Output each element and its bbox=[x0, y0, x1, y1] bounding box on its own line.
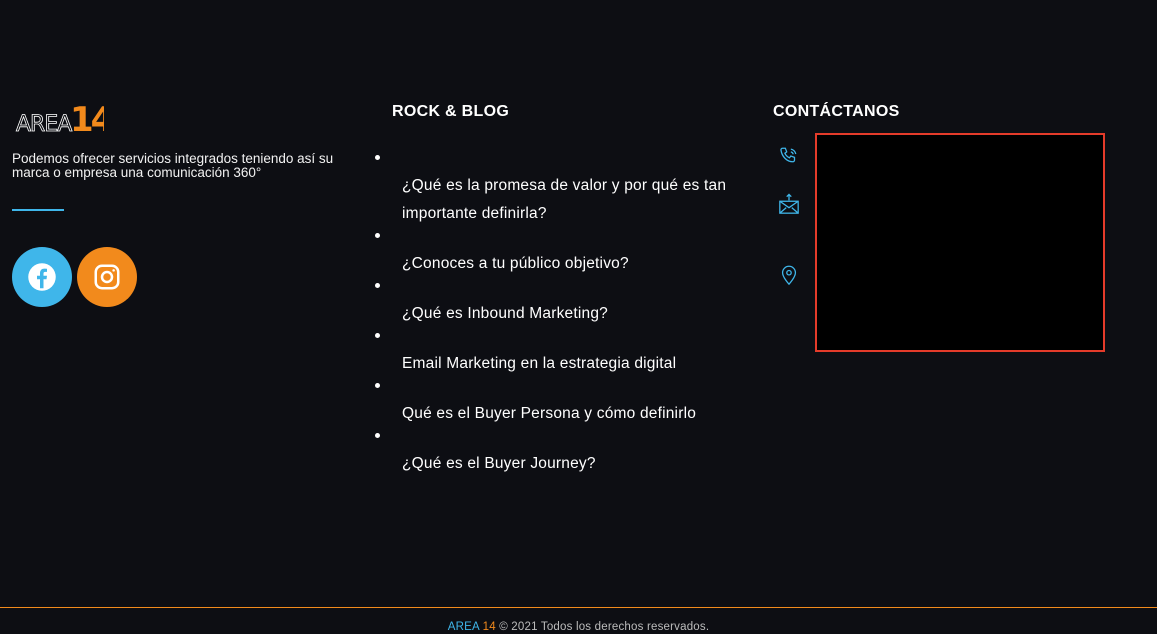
list-item: ¿Conoces a tu público objetivo? bbox=[375, 228, 762, 278]
copyright-brand-area: AREA bbox=[447, 621, 480, 633]
list-item: ¿Qué es la promesa de valor y por qué es… bbox=[375, 150, 762, 228]
area14-logo[interactable]: AREA 14 bbox=[14, 97, 104, 135]
social-links bbox=[12, 247, 137, 307]
blog-link[interactable]: ¿Qué es la promesa de valor y por qué es… bbox=[402, 172, 762, 228]
list-item: ¿Qué es Inbound Marketing? bbox=[375, 278, 762, 328]
contact-heading: CONTÁCTANOS bbox=[773, 103, 900, 120]
copyright-notice: © 2021 Todos los derechos reservados. bbox=[499, 621, 710, 633]
blog-link[interactable]: ¿Qué es Inbound Marketing? bbox=[402, 300, 762, 328]
phone-icon[interactable] bbox=[778, 145, 800, 167]
list-item: Email Marketing en la estrategia digital bbox=[375, 328, 762, 378]
copyright-brand-14: 14 bbox=[482, 621, 496, 633]
blog-link[interactable]: ¿Conoces a tu público objetivo? bbox=[402, 250, 762, 278]
logo-number: 14 bbox=[70, 100, 104, 135]
list-item: Qué es el Buyer Persona y cómo definirlo bbox=[375, 378, 762, 428]
facebook-icon bbox=[28, 263, 56, 291]
footer-divider bbox=[0, 607, 1157, 608]
logo-text: AREA bbox=[16, 112, 72, 135]
facebook-button[interactable] bbox=[12, 247, 72, 307]
blue-divider bbox=[12, 209, 64, 211]
blog-heading: ROCK & BLOG bbox=[392, 103, 510, 120]
blog-link[interactable]: Email Marketing en la estrategia digital bbox=[402, 350, 762, 378]
brand-tagline: Podemos ofrecer servicios integrados ten… bbox=[12, 151, 334, 180]
instagram-button[interactable] bbox=[77, 247, 137, 307]
location-pin-icon[interactable] bbox=[778, 264, 800, 286]
footer-section: AREA 14 Podemos ofrecer servicios integr… bbox=[0, 0, 1157, 634]
blog-link[interactable]: Qué es el Buyer Persona y cómo definirlo bbox=[402, 400, 762, 428]
blog-link[interactable]: ¿Qué es el Buyer Journey? bbox=[402, 450, 762, 478]
copyright-text: AREA 14 © 2021 Todos los derechos reserv… bbox=[0, 621, 1157, 633]
list-item: ¿Qué es el Buyer Journey? bbox=[375, 428, 762, 478]
instagram-icon bbox=[94, 264, 120, 290]
mail-icon[interactable] bbox=[778, 193, 800, 215]
blog-list: ¿Qué es la promesa de valor y por qué es… bbox=[375, 150, 762, 478]
contact-map-embed[interactable] bbox=[815, 133, 1105, 352]
